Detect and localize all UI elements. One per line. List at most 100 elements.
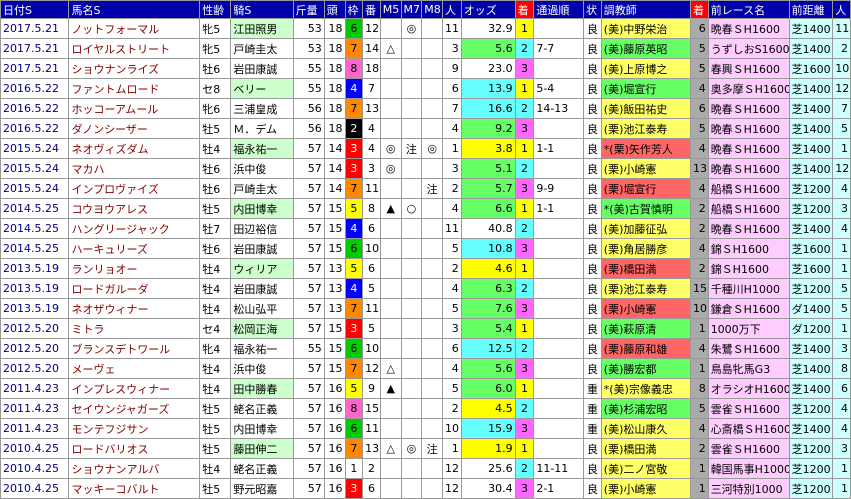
column-header[interactable]: 前レース名 [707,0,790,19]
table-row[interactable]: 2017.5.21 ノットフォーマル 牝5 江田照男 53 18 6 12 ◎ 11 32.9 1 良(… [0,18,851,39]
table-cell: 芝1400 [788,378,834,399]
column-header[interactable]: 人 [832,0,851,19]
table-cell: ◎ [400,18,423,39]
column-header[interactable]: 性齢 [199,0,232,19]
table-cell [400,238,423,259]
table-row[interactable]: 2010.4.25 マッキーコバルト 牡5 野元昭嘉 57 16 3 6 12 30.4 3 2-1 良… [0,478,851,499]
table-row[interactable]: 2016.5.22 ホッコーアムール 牝6 三浦皇成 56 18 7 13 7 16.6 2 14-1… [0,98,851,119]
table-row[interactable]: 2014.5.25 ハーキュリーズ 牡6 岩田康誠 57 15 6 10 5 10.8 3 良 (栗)角… [0,238,851,259]
table-row[interactable]: 2010.4.25 ロードバリオス 牡5 藤田伸二 57 16 7 13 △ ◎ 注 1 1.9 1 良 (栗… [0,438,851,459]
table-cell: 注 [400,138,423,159]
table-cell: 注 [421,438,444,459]
table-cell: 13 [323,298,346,319]
table-cell [421,198,444,219]
table-row[interactable]: 2011.4.23 モンテフジサン 牡5 内田博幸 57 16 6 11 10 15.9 3 重 (美)… [0,418,851,439]
table-cell: 7 [344,438,364,459]
table-cell: 5 [344,258,364,279]
column-header[interactable]: 頭 [323,0,346,19]
table-row[interactable]: 2015.5.24 インプロヴァイズ 牡6 戸崎圭太 57 14 7 11 注 2 5.7 3 9-9 良… [0,178,851,199]
column-header[interactable]: M5 [379,0,402,19]
column-header[interactable]: 着 [690,0,709,19]
column-header[interactable]: 番 [362,0,381,19]
column-header[interactable]: 着 [514,0,535,19]
table-row[interactable]: 2012.5.20 ミトラ セ4 松岡正海 57 15 3 5 3 5.4 1 良 (美)萩原清 1 100… [0,318,851,339]
table-cell: 1 [690,318,709,339]
table-row[interactable]: 2017.5.21 ロイヤルストリート 牝5 戸崎圭太 53 18 7 14 △ 3 5.6 2 7-7… [0,38,851,59]
table-cell: 2012.5.20 [0,338,70,359]
table-cell: 56 [292,118,325,139]
table-cell: 牡4 [199,358,232,379]
table-cell [421,258,444,279]
table-cell: 2010.4.25 [0,478,70,499]
table-cell: 15 [323,318,346,339]
table-cell [400,218,423,239]
table-cell: 芝1200 [788,438,834,459]
column-header[interactable]: オッズ [460,0,516,19]
table-cell [379,258,402,279]
table-cell: 5 [690,118,709,139]
table-cell: 芝1200 [788,278,834,299]
table-cell: 6 [690,18,709,39]
table-cell: ダノンシーザー [68,118,201,139]
table-cell: 12 [832,158,851,179]
column-header[interactable]: 馬名S [68,0,201,19]
table-cell: 7 [344,358,364,379]
table-cell [379,118,402,139]
table-cell: 5 [442,378,462,399]
table-cell: 6 [442,338,462,359]
table-cell: 10 [362,238,381,259]
table-row[interactable]: 2016.5.22 ファントムロード セ8 ベリー 55 18 4 7 6 13.9 1 5-4 良 (美… [0,78,851,99]
table-cell: (美)藤原英昭 [600,38,692,59]
table-cell: 15 [323,218,346,239]
table-cell: 15 [323,358,346,379]
column-header[interactable]: 日付S [0,0,70,19]
column-header[interactable]: M8 [421,0,444,19]
column-header[interactable]: M7 [400,0,423,19]
table-cell: 1000万下 [707,318,790,339]
table-row[interactable]: 2017.5.21 ショウナンライズ 牡6 岩田康誠 55 18 8 18 9 23.0 3 良 (美)… [0,58,851,79]
column-header[interactable]: 騎S [230,0,294,19]
table-cell: (美)勝宏都 [600,358,692,379]
table-cell [379,478,402,499]
table-row[interactable]: 2013.5.19 ロードガルーダ 牡4 岩田康誠 57 13 4 5 4 6.3 2 良 (栗)池江泰… [0,278,851,299]
table-row[interactable]: 2014.5.25 ハングリージャック 牡7 田辺裕信 57 15 4 6 11 40.8 2 良 (美… [0,218,851,239]
column-header[interactable]: 調教師 [600,0,692,19]
table-cell: 3 [344,478,364,499]
table-cell: 2011.4.23 [0,378,70,399]
table-cell [379,458,402,479]
table-cell: 23.0 [460,58,516,79]
table-row[interactable]: 2011.4.23 セイウンジャガーズ 牡5 蛯名正義 57 16 8 15 2 4.5 2 重 (美)… [0,398,851,419]
table-row[interactable]: 2013.5.19 ランリョオー 牡4 ウィリア 57 13 5 6 2 4.6 1 良 (栗)橋田満 2… [0,258,851,279]
table-cell: 岩田康誠 [230,238,294,259]
table-row[interactable]: 2012.5.20 ブランスデトワール 牝4 福永祐一 55 15 6 10 6 12.5 2 良 (栗… [0,338,851,359]
table-cell [421,418,444,439]
table-row[interactable]: 2010.4.25 ショウナンアルバ 牡4 蛯名正義 57 16 1 2 12 25.6 2 11-1… [0,458,851,479]
table-cell: 2014.5.25 [0,238,70,259]
table-cell: 三河特別1000 [707,478,790,499]
table-row[interactable]: 2014.5.25 コウヨウアレス 牡5 内田博幸 57 15 5 8 ▲ ○ 4 6.6 1 1-1 良 *… [0,198,851,219]
table-row[interactable]: 2016.5.22 ダノンシーザー 牡5 Ｍ．デム 56 18 2 4 4 9.2 3 良 (栗)池江泰… [0,118,851,139]
column-header[interactable]: 枠 [344,0,364,19]
table-cell: コウヨウアレス [68,198,201,219]
table-row[interactable]: 2011.4.23 インプレスウィナー 牡4 田中勝春 57 16 5 9 ▲ 5 6.0 1 重 *(美… [0,378,851,399]
column-header[interactable]: 斤量 [292,0,325,19]
table-cell: 2016.5.22 [0,98,70,119]
table-row[interactable]: 2015.5.24 ネオヴィズダム 牡4 福永祐一 57 14 3 4 ◎ 注 ◎ 1 3.8 1 1-1 良… [0,138,851,159]
table-cell: 12 [442,458,462,479]
table-row[interactable]: 2012.5.20 メーヴェ 牡4 浜中俊 57 15 7 12 △ 4 5.6 3 良 (美)勝宏都 1 鳥… [0,358,851,379]
table-row[interactable]: 2013.5.19 ネオザウィナー 牡4 松山弘平 57 13 7 11 5 7.6 3 良 (栗)小崎… [0,298,851,319]
column-header[interactable]: 人 [442,0,462,19]
table-cell: 5 [832,278,851,299]
table-cell: *(栗)矢作芳人 [600,138,692,159]
table-cell: *(美)宗像義忠 [600,378,692,399]
column-header[interactable]: 通過順 [533,0,585,19]
table-cell: 4 [442,278,462,299]
column-header[interactable]: 前距離 [788,0,834,19]
table-cell: うずしおS1600 [707,38,790,59]
table-cell: 奥多摩ＳH1600 [707,78,790,99]
column-header[interactable]: 状 [583,0,602,19]
table-row[interactable]: 2015.5.24 マカハ 牡6 浜中俊 57 14 3 3 ◎ 3 5.1 2 良 (栗)小崎憲 13 晩春… [0,158,851,179]
table-cell: 57 [292,178,325,199]
table-cell: 10 [690,298,709,319]
table-cell: 15 [323,238,346,259]
